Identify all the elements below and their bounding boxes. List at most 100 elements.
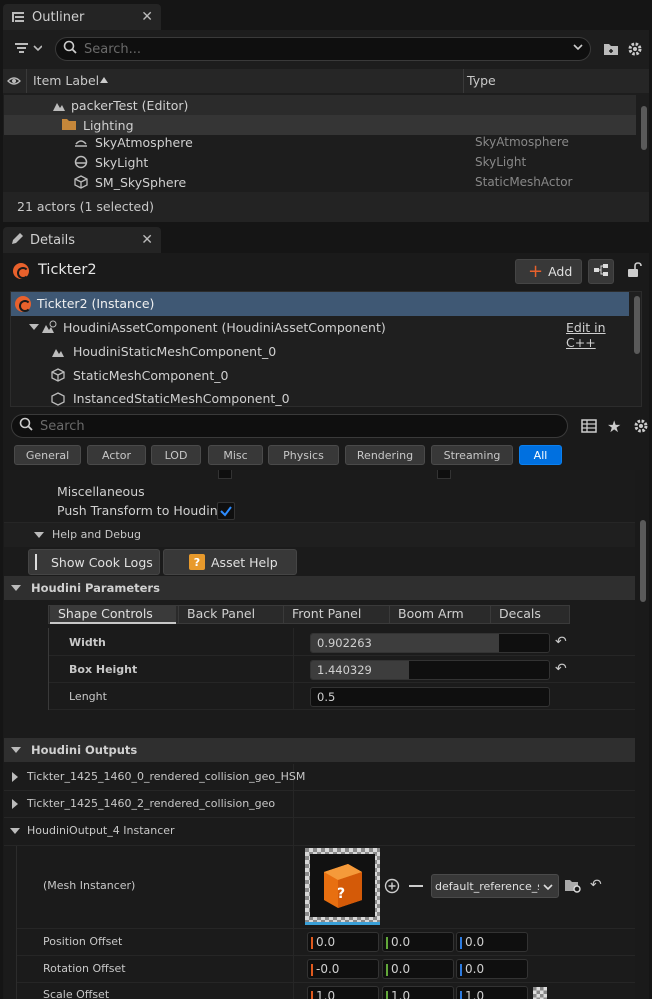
- blueprint-button[interactable]: [588, 259, 614, 284]
- details-search-input[interactable]: Search: [11, 414, 568, 438]
- rotation-y-field[interactable]: 0.0: [382, 959, 454, 979]
- gear-icon[interactable]: [627, 41, 643, 60]
- component-row-hsm[interactable]: HoudiniStaticMeshComponent_0: [11, 341, 629, 363]
- tab-boom-arm[interactable]: Boom Arm: [389, 606, 488, 623]
- tree-row-type: StaticMeshActor: [475, 175, 573, 189]
- column-item-label[interactable]: Item Label: [33, 73, 99, 88]
- component-row-instance[interactable]: Tickter2 (Instance): [11, 292, 629, 316]
- svg-text:?: ?: [337, 886, 345, 902]
- filter-rendering[interactable]: Rendering: [345, 445, 425, 465]
- param-lenght-label: Lenght: [69, 690, 107, 703]
- tab-back-panel[interactable]: Back Panel: [178, 606, 281, 623]
- mesh-asset-combo[interactable]: default_reference_st: [431, 874, 559, 898]
- houdini-parameters-header[interactable]: Houdini Parameters: [4, 576, 635, 600]
- tree-row-skylight[interactable]: SkyLight SkyLight: [4, 152, 636, 172]
- tree-row-sm-skysphere[interactable]: SM_SkySphere StaticMeshActor: [4, 172, 636, 192]
- details-scrollbar[interactable]: [640, 520, 646, 602]
- static-mesh-icon: [51, 368, 65, 385]
- param-width-slider[interactable]: 0.902263: [310, 633, 550, 653]
- close-icon[interactable]: ✕: [141, 232, 153, 248]
- output-row-0[interactable]: Tickter_1425_1460_0_rendered_collision_g…: [4, 764, 635, 790]
- visibility-eye-icon[interactable]: [7, 74, 21, 91]
- actor-name[interactable]: Tickter2: [38, 262, 97, 278]
- houdini-outputs-header[interactable]: Houdini Outputs: [4, 738, 635, 762]
- reset-arrow-icon[interactable]: ↶: [555, 634, 567, 650]
- param-box-height-value: 1.440329: [317, 663, 372, 677]
- param-box-height-slider[interactable]: 1.440329: [310, 660, 550, 680]
- expand-icon[interactable]: [11, 585, 21, 591]
- tree-row-label: packerTest (Editor): [71, 97, 189, 113]
- asset-help-button[interactable]: ? Asset Help: [163, 549, 297, 575]
- filter-general[interactable]: General: [14, 445, 81, 465]
- tab-shape-controls[interactable]: Shape Controls: [50, 606, 176, 624]
- expand-icon[interactable]: [29, 324, 39, 330]
- filter-lod[interactable]: LOD: [151, 445, 201, 465]
- new-folder-icon[interactable]: [603, 41, 619, 60]
- param-lenght-field[interactable]: 0.5: [310, 687, 550, 707]
- outliner-scrollbar[interactable]: [641, 106, 647, 150]
- position-z-field[interactable]: 0.0: [456, 932, 528, 952]
- browse-folder-icon[interactable]: [564, 878, 582, 897]
- expand-icon[interactable]: [12, 799, 18, 809]
- tree-row-skyatmosphere[interactable]: SkyAtmosphere SkyAtmosphere: [4, 132, 636, 152]
- output-row-1[interactable]: Tickter_1425_1460_2_rendered_collision_g…: [4, 791, 635, 817]
- search-icon: [63, 40, 77, 58]
- favorite-star-icon[interactable]: ★: [607, 417, 621, 436]
- component-row-sm[interactable]: StaticMeshComponent_0: [11, 365, 629, 387]
- tab-front-panel[interactable]: Front Panel: [283, 606, 387, 623]
- help-debug-row[interactable]: Help and Debug: [4, 523, 635, 547]
- tab-decals[interactable]: Decals: [490, 606, 569, 623]
- chevron-down-icon[interactable]: [572, 41, 584, 57]
- reset-arrow-icon[interactable]: ↶: [590, 877, 602, 893]
- static-mesh-icon: [74, 175, 88, 192]
- houdini-icon: [13, 263, 29, 282]
- push-transform-checkbox[interactable]: [217, 502, 235, 520]
- expand-icon[interactable]: [34, 532, 44, 538]
- gear-icon[interactable]: [633, 418, 649, 437]
- push-transform-label: Push Transform to Houdini: [57, 503, 222, 518]
- reset-arrow-icon[interactable]: ↶: [555, 661, 567, 677]
- tree-row-label: Lighting: [83, 117, 134, 133]
- expand-icon[interactable]: [12, 772, 18, 782]
- output-label: Tickter_1425_1460_0_rendered_collision_g…: [27, 770, 306, 783]
- tab-outliner[interactable]: Outliner ✕: [3, 4, 161, 30]
- filter-all[interactable]: All: [519, 445, 562, 465]
- position-x-field[interactable]: 0.0: [307, 932, 379, 952]
- component-row-ism[interactable]: InstancedStaticMeshComponent_0: [11, 389, 629, 406]
- remove-icon[interactable]: [409, 885, 423, 887]
- filter-actor[interactable]: Actor: [87, 445, 146, 465]
- divider: [17, 982, 635, 983]
- tree-row-label: SM_SkySphere: [95, 174, 187, 190]
- uniform-scale-lock-icon[interactable]: [533, 987, 547, 999]
- checkmark-icon: [220, 506, 232, 517]
- expand-icon[interactable]: [10, 828, 20, 834]
- add-component-button[interactable]: + Add: [515, 259, 582, 284]
- component-row-houdini-asset[interactable]: HoudiniAssetComponent (HoudiniAssetCompo…: [11, 317, 629, 350]
- rotation-z-field[interactable]: 0.0: [456, 959, 528, 979]
- tree-row-world[interactable]: packerTest (Editor): [4, 95, 636, 115]
- output-row-2[interactable]: HoudiniOutput_4 Instancer: [4, 818, 635, 845]
- scale-x-field[interactable]: 1.0: [307, 986, 379, 999]
- filter-icon[interactable]: [14, 40, 43, 59]
- outliner-search-input[interactable]: Search...: [55, 37, 591, 61]
- show-cook-logs-button[interactable]: Show Cook Logs: [28, 549, 160, 575]
- expand-icon[interactable]: [11, 747, 21, 753]
- column-type[interactable]: Type: [467, 73, 496, 88]
- table-view-icon[interactable]: [581, 418, 597, 437]
- rotation-x-field[interactable]: -0.0: [307, 959, 379, 979]
- scale-y-field[interactable]: 1.0: [382, 986, 454, 999]
- clipped-checkbox[interactable]: [218, 470, 232, 479]
- component-tree-scrollbar[interactable]: [634, 296, 640, 354]
- scale-z-field[interactable]: 1.0: [456, 986, 528, 999]
- tab-details[interactable]: Details ✕: [3, 227, 161, 253]
- filter-misc[interactable]: Misc: [208, 445, 263, 465]
- mesh-instancer-label: (Mesh Instancer): [43, 879, 136, 892]
- position-y-field[interactable]: 0.0: [382, 932, 454, 952]
- close-icon[interactable]: ✕: [141, 9, 153, 25]
- mesh-thumbnail[interactable]: ?: [305, 848, 380, 925]
- filter-streaming[interactable]: Streaming: [431, 445, 513, 465]
- lock-icon[interactable]: [626, 262, 642, 281]
- filter-physics[interactable]: Physics: [268, 445, 339, 465]
- add-circle-icon[interactable]: [384, 878, 400, 897]
- clipped-checkbox[interactable]: [437, 470, 451, 479]
